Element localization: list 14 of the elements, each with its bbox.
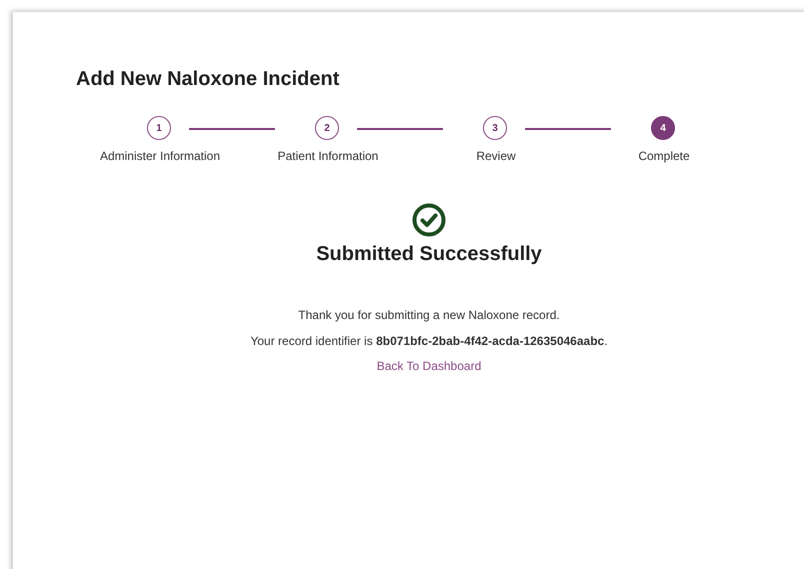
step-label: Review: [476, 149, 516, 163]
check-circle-icon: [412, 203, 446, 237]
record-identifier-text: Your record identifier is 8b071bfc-2bab-4f42-acda-12635046aabc.: [250, 334, 608, 348]
step-label: Complete: [638, 149, 690, 163]
step-number: 1: [147, 116, 171, 140]
page-title: Add New Naloxone Incident: [76, 68, 340, 91]
step-label: Administer Information: [100, 149, 220, 163]
step-number: 3: [483, 116, 507, 140]
step-label: Patient Information: [278, 149, 378, 163]
step-number: 4: [651, 116, 675, 140]
success-heading: Submitted Successfully: [316, 243, 542, 266]
thank-you-message: Thank you for submitting a new Naloxone record.: [298, 308, 560, 322]
back-to-dashboard-link[interactable]: Back To Dashboard: [376, 359, 482, 373]
step-number: 2: [315, 116, 339, 140]
